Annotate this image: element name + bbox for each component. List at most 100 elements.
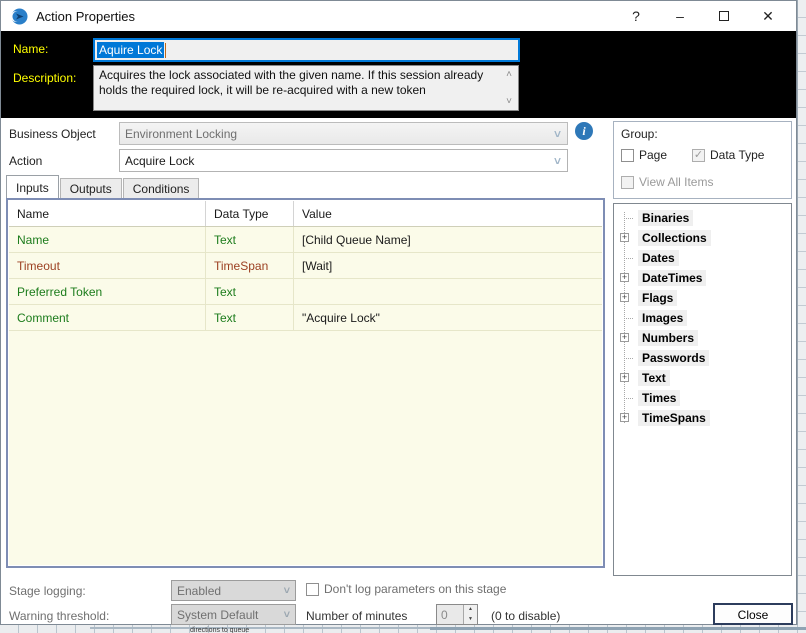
tree-item-label: Text <box>638 370 670 386</box>
tab-conditions[interactable]: Conditions <box>122 178 200 198</box>
param-name-cell[interactable]: Timeout <box>9 253 206 278</box>
param-name-cell[interactable]: Comment <box>9 305 206 330</box>
close-window-button[interactable]: ✕ <box>746 1 790 31</box>
spin-down-icon[interactable]: ▼ <box>464 615 477 625</box>
inputs-table: Name Data Type Value Name Text [Child Queue N… <box>6 198 605 568</box>
tree-item-label: DateTimes <box>638 270 707 286</box>
maximize-button[interactable] <box>702 1 746 31</box>
stage-logging-combo: Enabled ˅ <box>171 580 296 601</box>
scroll-up-icon[interactable]: ˄ <box>503 70 515 80</box>
action-properties-dialog: Action Properties ? – ✕ Name: Aquire Loc… <box>0 0 797 625</box>
tree-item-timespans[interactable]: + TimeSpans <box>614 408 791 428</box>
table-header-row: Name Data Type Value <box>9 201 602 227</box>
tree-item-images[interactable]: Images <box>614 308 791 328</box>
help-button[interactable]: ? <box>614 1 658 31</box>
tree-item-label: Passwords <box>638 350 710 366</box>
number-of-minutes-label: Number of minutes <box>306 609 408 623</box>
tree-item-text[interactable]: + Text <box>614 368 791 388</box>
tree-branch-line <box>624 318 634 319</box>
tree-item-label: Numbers <box>638 330 699 346</box>
tab-outputs[interactable]: Outputs <box>59 178 122 198</box>
header-panel: Name: Aquire Lock Description: Acquires … <box>1 31 796 118</box>
table-row[interactable]: Comment Text "Acquire Lock" <box>9 305 602 331</box>
maximize-icon <box>719 11 729 21</box>
tab-inputs[interactable]: Inputs <box>6 175 59 198</box>
param-name-cell[interactable]: Preferred Token <box>9 279 206 304</box>
param-name-cell[interactable]: Name <box>9 227 206 252</box>
tree-item-flags[interactable]: + Flags <box>614 288 791 308</box>
tree-item-times[interactable]: Times <box>614 388 791 408</box>
param-type-cell: Text <box>206 227 294 252</box>
param-value-cell[interactable]: [Child Queue Name] <box>294 227 602 252</box>
warning-threshold-value: System Default <box>177 607 259 622</box>
tree-item-numbers[interactable]: + Numbers <box>614 328 791 348</box>
expand-icon[interactable]: + <box>620 293 629 302</box>
tab-strip: Inputs Outputs Conditions <box>6 175 200 198</box>
table-row[interactable]: Preferred Token Text <box>9 279 602 305</box>
group-checkbox-row-view-all-items: View All Items <box>621 175 713 189</box>
tree-item-passwords[interactable]: Passwords <box>614 348 791 368</box>
name-input[interactable]: Aquire Lock <box>93 38 520 62</box>
minutes-value: 0 <box>441 608 448 622</box>
name-input-selected-text: Aquire Lock <box>97 42 165 58</box>
stage-logging-value: Enabled <box>177 583 222 598</box>
warning-threshold-label: Warning threshold: <box>9 609 110 623</box>
param-value-cell[interactable]: "Acquire Lock" <box>294 305 602 330</box>
group-checkbox-row-page[interactable]: Page <box>621 148 667 162</box>
chevron-down-icon: ˅ <box>283 608 290 621</box>
expand-icon[interactable]: + <box>620 333 629 342</box>
group-panel: Group: Page ✓ Data Type View All Items <box>613 121 792 199</box>
spin-up-icon[interactable]: ▲ <box>464 605 477 615</box>
tree-item-datetimes[interactable]: + DateTimes <box>614 268 791 288</box>
tree-item-collections[interactable]: + Collections <box>614 228 791 248</box>
expand-icon[interactable]: + <box>620 413 629 422</box>
column-header: Name <box>9 201 206 226</box>
table-row[interactable]: Timeout TimeSpan [Wait] <box>9 253 602 279</box>
group-title: Group: <box>621 127 658 141</box>
column-header: Data Type <box>206 201 294 226</box>
param-value-cell[interactable]: [Wait] <box>294 253 602 278</box>
tree-item-binaries[interactable]: Binaries <box>614 208 791 228</box>
name-label: Name: <box>13 42 49 56</box>
stage-logging-label: Stage logging: <box>9 584 86 598</box>
info-icon[interactable]: i <box>575 122 593 140</box>
tree-item-label: TimeSpans <box>638 410 710 426</box>
checkbox-label: Page <box>639 148 668 162</box>
param-value-cell[interactable] <box>294 279 602 304</box>
background-clipped-label: directions to queue <box>190 627 250 633</box>
business-object-value: Environment Locking <box>125 126 238 141</box>
tree-branch-line <box>624 398 634 399</box>
scroll-down-icon[interactable]: ˅ <box>503 97 515 107</box>
tree-item-dates[interactable]: Dates <box>614 248 791 268</box>
param-type-cell: Text <box>206 305 294 330</box>
warning-threshold-combo: System Default ˅ <box>171 604 296 625</box>
dont-log-checkbox-row[interactable]: Don't log parameters on this stage <box>306 582 506 596</box>
chevron-down-icon: ˅ <box>283 584 290 597</box>
dont-log-label: Don't log parameters on this stage <box>324 582 507 596</box>
tree-item-label: Dates <box>638 250 679 266</box>
description-textarea[interactable]: Acquires the lock associated with the gi… <box>93 65 519 111</box>
text-caret <box>165 42 167 58</box>
disable-hint: (0 to disable) <box>491 609 561 623</box>
title-bar: Action Properties ? – ✕ <box>1 1 796 31</box>
tree-item-label: Flags <box>638 290 678 306</box>
expand-icon[interactable]: + <box>620 373 629 382</box>
checkbox[interactable] <box>621 148 634 162</box>
minutes-spinner: 0 ▲ ▼ <box>436 604 478 625</box>
expand-icon[interactable]: + <box>620 273 629 282</box>
tree-item-label: Times <box>638 390 681 406</box>
minimize-button[interactable]: – <box>658 1 702 31</box>
tree-item-label: Binaries <box>638 210 694 226</box>
close-button[interactable]: Close <box>713 603 793 625</box>
data-items-tree: Binaries + Collections Dates + DateTimes + Flag… <box>613 203 792 576</box>
checkbox[interactable] <box>306 582 319 596</box>
description-text: Acquires the lock associated with the gi… <box>99 68 484 97</box>
chevron-down-icon: ˅ <box>553 153 561 168</box>
action-combo[interactable]: Acquire Lock ˅ <box>119 149 568 172</box>
column-header: Value <box>302 207 332 221</box>
expand-icon[interactable]: + <box>620 233 629 242</box>
tree-item-label: Images <box>638 310 688 326</box>
business-object-label: Business Object <box>9 127 96 141</box>
business-object-combo: Environment Locking ˅ <box>119 122 568 145</box>
table-row[interactable]: Name Text [Child Queue Name] <box>9 227 602 253</box>
